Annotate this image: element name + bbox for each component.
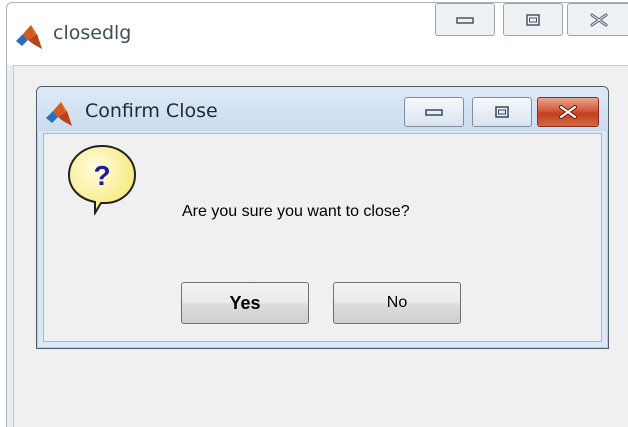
maximize-icon <box>526 13 540 26</box>
dialog-title: Confirm Close <box>85 100 218 122</box>
maximize-icon <box>495 106 509 118</box>
window-titlebar[interactable]: closedlg <box>7 3 628 65</box>
dialog-message: Are you sure you want to close? <box>182 203 410 220</box>
question-icon: ? <box>67 144 137 215</box>
question-mark-glyph: ? <box>93 160 110 191</box>
window-maximize-button[interactable] <box>503 3 563 36</box>
confirm-close-dialog: Confirm Close ? Are you sure you want to… <box>36 86 609 349</box>
yes-button[interactable]: Yes <box>181 282 309 324</box>
window-minimize-button[interactable] <box>435 3 495 36</box>
matlab-logo-icon <box>46 102 72 126</box>
close-icon <box>559 105 577 119</box>
close-icon <box>590 13 607 26</box>
no-button[interactable]: No <box>333 282 461 324</box>
dialog-titlebar[interactable]: Confirm Close <box>37 87 608 131</box>
minimize-icon <box>425 109 443 116</box>
dialog-body: ? Are you sure you want to close? Yes No <box>43 133 602 342</box>
dialog-minimize-button[interactable] <box>404 97 464 127</box>
window-close-button[interactable] <box>567 3 628 36</box>
window-title: closedlg <box>53 22 132 44</box>
dialog-close-button[interactable] <box>537 97 599 127</box>
matlab-logo-icon <box>16 25 42 49</box>
dialog-maximize-button[interactable] <box>472 97 532 127</box>
minimize-icon <box>456 16 474 24</box>
